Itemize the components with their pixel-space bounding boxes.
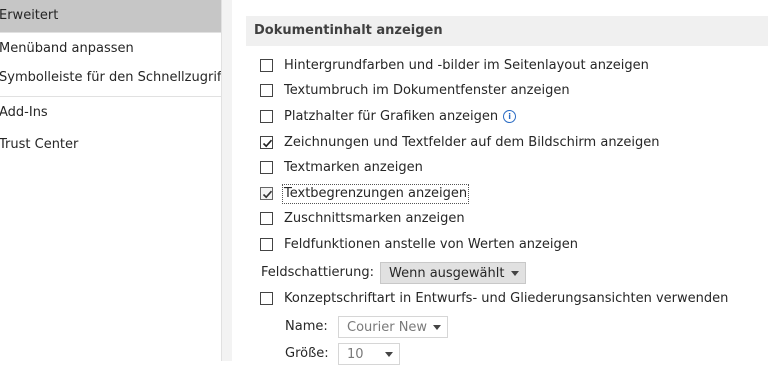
chevron-down-icon <box>385 352 393 357</box>
nav-item-label: Erweitert <box>0 8 59 23</box>
nav-item-schnellzugriff[interactable]: Symbolleiste für den Schnellzugriff <box>0 62 222 94</box>
nav-splitter <box>222 0 232 361</box>
option-label: Zuschnittsmarken anzeigen <box>284 211 465 226</box>
nav-item-menueband-anpassen[interactable]: Menüband anpassen <box>0 33 222 65</box>
option-label: Textumbruch im Dokumentfenster anzeigen <box>284 83 570 98</box>
option-label: Platzhalter für Grafiken anzeigen <box>284 109 499 124</box>
nav-item-erweitert[interactable]: Erweitert <box>0 0 222 32</box>
checkbox-checked[interactable] <box>260 187 273 200</box>
chevron-down-icon <box>511 271 519 276</box>
option-label: Konzeptschriftart in Entwurfs- und Glied… <box>284 291 729 306</box>
nav-item-trust-center[interactable]: Trust Center <box>0 129 222 161</box>
checkbox[interactable] <box>260 161 273 174</box>
checkbox[interactable] <box>260 110 273 123</box>
field-shading-value: Wenn ausgewählt <box>389 266 505 281</box>
nav-item-add-ins[interactable]: Add-Ins <box>0 97 222 129</box>
checkbox[interactable] <box>260 238 273 251</box>
options-nav: Erweitert Menüband anpassen Symbolleiste… <box>0 0 222 361</box>
font-name-dropdown[interactable]: Courier New <box>338 316 448 338</box>
field-shading-dropdown[interactable]: Wenn ausgewählt <box>380 262 526 284</box>
nav-item-label: Menüband anpassen <box>0 41 134 56</box>
nav-item-label: Symbolleiste für den Schnellzugriff <box>0 70 222 85</box>
checkbox-checked[interactable] <box>260 136 273 149</box>
font-size-label: Größe: <box>285 346 329 361</box>
option-label: Feldfunktionen anstelle von Werten anzei… <box>284 237 578 252</box>
font-name-label: Name: <box>285 319 328 334</box>
chevron-down-icon <box>433 325 441 330</box>
font-name-value: Courier New <box>347 320 428 335</box>
font-size-dropdown[interactable]: 10 <box>338 343 400 365</box>
checkmark-icon <box>262 139 273 148</box>
option-label-wrap: Platzhalter für Grafiken anzeigen i <box>284 108 517 126</box>
checkbox[interactable] <box>260 59 273 72</box>
checkbox[interactable] <box>260 84 273 97</box>
option-label: Textmarken anzeigen <box>284 160 423 175</box>
info-icon[interactable]: i <box>503 110 517 123</box>
field-shading-label: Feldschattierung: <box>261 265 375 280</box>
option-label: Zeichnungen und Textfelder auf dem Bilds… <box>284 135 660 150</box>
checkbox[interactable] <box>260 212 273 225</box>
nav-item-label: Add-Ins <box>0 105 48 120</box>
checkmark-icon <box>262 190 273 199</box>
font-size-value: 10 <box>347 347 364 362</box>
section-title: Dokumentinhalt anzeigen <box>254 23 443 38</box>
option-label: Hintergrundfarben und -bilder im Seitenl… <box>284 58 649 73</box>
checkbox[interactable] <box>260 292 273 305</box>
nav-item-label: Trust Center <box>0 137 79 152</box>
option-label: Textbegrenzungen anzeigen <box>281 184 470 204</box>
section-header: Dokumentinhalt anzeigen <box>246 16 768 46</box>
